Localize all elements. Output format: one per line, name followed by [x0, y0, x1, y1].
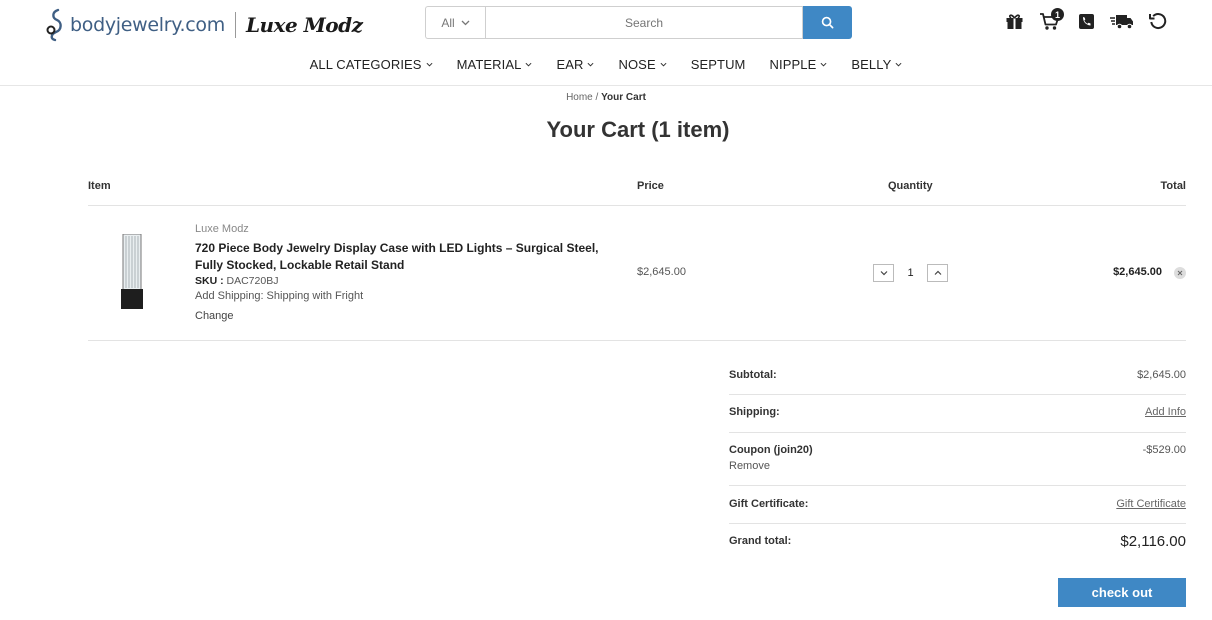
- nav-item-label: NOSE: [618, 57, 656, 72]
- gift-certificate-link[interactable]: Gift Certificate: [1116, 498, 1186, 510]
- page-title: Your Cart (1 item): [546, 117, 730, 142]
- summary-divider: [729, 485, 1186, 486]
- chevron-down-icon: [880, 271, 887, 276]
- breadcrumb-home[interactable]: Home: [566, 92, 593, 103]
- cart-button[interactable]: 1: [1038, 8, 1064, 32]
- change-link[interactable]: Change: [195, 310, 234, 322]
- product-thumbnail[interactable]: [117, 234, 147, 310]
- product-shipping: Add Shipping: Shipping with Fright: [195, 290, 364, 302]
- nav-item-ear[interactable]: EAR: [544, 57, 606, 72]
- chevron-down-icon: [426, 62, 433, 67]
- breadcrumb: Home / Your Cart: [0, 92, 1212, 103]
- gift-button[interactable]: [1002, 10, 1026, 32]
- checkout-button[interactable]: check out: [1058, 578, 1186, 607]
- subtotal-label: Subtotal:: [729, 369, 777, 381]
- gift-certificate-label: Gift Certificate:: [729, 498, 809, 510]
- grand-total-label: Grand total:: [729, 535, 792, 547]
- column-header-item: Item: [88, 180, 111, 192]
- chevron-up-icon: [934, 270, 941, 275]
- chevron-down-icon: [895, 62, 902, 67]
- column-header-quantity: Quantity: [888, 180, 933, 192]
- phone-icon: [1078, 13, 1094, 29]
- product-name[interactable]: 720 Piece Body Jewelry Display Case with…: [195, 240, 615, 274]
- logo-mark-icon: [46, 8, 62, 42]
- nav-item-label: ALL CATEGORIES: [309, 57, 422, 72]
- search-input[interactable]: [485, 6, 803, 39]
- product-price: $2,645.00: [637, 266, 686, 278]
- site-logo[interactable]: bodyjewelry.com Luxe Modz: [44, 6, 363, 44]
- close-icon: [1177, 270, 1183, 276]
- remove-item-button[interactable]: [1174, 267, 1186, 279]
- column-header-total: Total: [1160, 180, 1186, 192]
- shipping-label: Shipping:: [729, 406, 780, 418]
- coupon-remove-link[interactable]: Remove: [729, 460, 770, 472]
- header-icons: 1: [1002, 8, 1170, 32]
- summary-divider: [729, 523, 1186, 524]
- history-icon: [1149, 13, 1167, 30]
- sku-value: DAC720BJ: [226, 275, 279, 287]
- search-bar: All: [425, 6, 852, 39]
- nav-item-label: MATERIAL: [456, 57, 522, 72]
- nav-item-nipple[interactable]: NIPPLE: [758, 57, 840, 72]
- product-sku: SKU : DAC720BJ: [195, 275, 278, 287]
- quantity-value[interactable]: 1: [894, 267, 927, 279]
- nav-item-belly[interactable]: BELLY: [839, 57, 914, 72]
- chevron-down-icon: [461, 20, 470, 25]
- search-icon: [821, 16, 834, 29]
- luxe-modz-logo[interactable]: Luxe Modz: [246, 13, 363, 37]
- main-nav: ALL CATEGORIES MATERIAL EAR NOSE SEPTUM …: [0, 57, 1212, 72]
- nav-item-septum[interactable]: SEPTUM: [679, 57, 758, 72]
- breadcrumb-current: Your Cart: [601, 92, 646, 103]
- coupon-value: -$529.00: [1142, 444, 1186, 456]
- search-category-select[interactable]: All: [425, 6, 485, 39]
- grand-total-value: $2,116.00: [1120, 533, 1186, 550]
- product-brand: Luxe Modz: [195, 223, 249, 235]
- chevron-down-icon: [660, 62, 667, 67]
- table-header-divider: [88, 205, 1186, 206]
- column-header-price: Price: [637, 180, 664, 192]
- logo-divider: [234, 12, 236, 38]
- chevron-down-icon: [525, 62, 532, 67]
- summary-divider: [729, 394, 1186, 395]
- decrease-quantity-button[interactable]: [873, 264, 894, 282]
- nav-item-material[interactable]: MATERIAL: [445, 57, 545, 72]
- search-button[interactable]: [803, 6, 852, 39]
- nav-item-label: EAR: [556, 57, 584, 72]
- chevron-down-icon: [820, 62, 827, 67]
- shipping-add-info-link[interactable]: Add Info: [1145, 406, 1186, 418]
- gift-icon: [1006, 13, 1022, 29]
- table-row-divider: [88, 340, 1186, 341]
- site-header: bodyjewelry.com Luxe Modz All 1: [0, 0, 1212, 86]
- history-button[interactable]: [1146, 10, 1170, 32]
- subtotal-value: $2,645.00: [1137, 369, 1186, 381]
- shipping-button[interactable]: [1110, 10, 1134, 32]
- nav-item-label: BELLY: [851, 57, 892, 72]
- sku-label: SKU :: [195, 275, 224, 287]
- phone-button[interactable]: [1074, 10, 1098, 32]
- breadcrumb-separator: /: [595, 92, 599, 103]
- summary-divider: [729, 432, 1186, 433]
- cart-count-badge: 1: [1051, 8, 1064, 21]
- nav-item-nose[interactable]: NOSE: [606, 57, 678, 72]
- quantity-stepper: 1: [873, 264, 948, 282]
- nav-item-label: NIPPLE: [769, 57, 817, 72]
- logo-text: bodyjewelry.com: [70, 14, 225, 36]
- line-total: $2,645.00: [1113, 266, 1162, 278]
- increase-quantity-button[interactable]: [927, 264, 948, 282]
- coupon-label: Coupon (join20): [729, 444, 813, 456]
- chevron-down-icon: [587, 62, 594, 67]
- nav-item-all-categories[interactable]: ALL CATEGORIES: [298, 57, 445, 72]
- search-category-label: All: [441, 15, 455, 30]
- nav-item-label: SEPTUM: [690, 57, 746, 72]
- truck-icon: [1110, 14, 1133, 29]
